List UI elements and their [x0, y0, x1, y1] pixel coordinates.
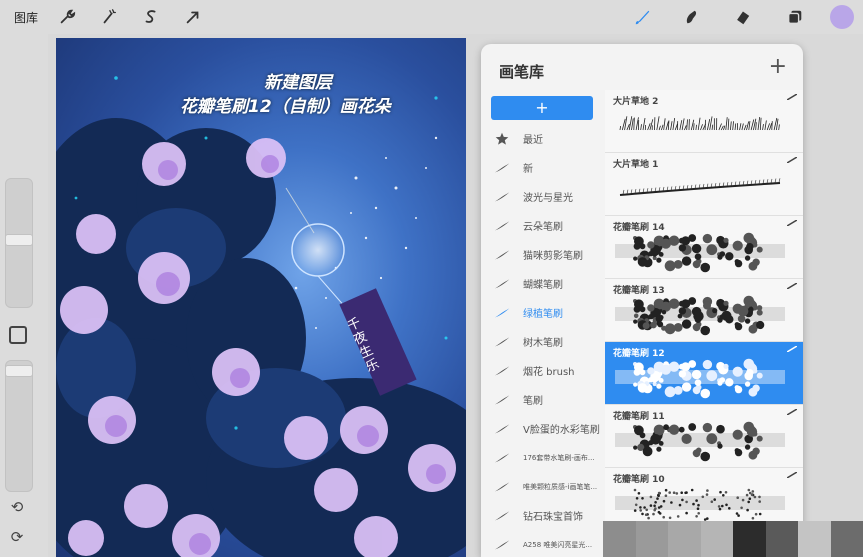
new-brush-set-button[interactable]: +: [491, 96, 593, 120]
brush-set-item[interactable]: V脸蛋的水彩笔刷: [481, 414, 605, 443]
brush-set-item[interactable]: 钻石珠宝首饰: [481, 501, 605, 530]
brush-set-item[interactable]: 树木笔刷: [481, 327, 605, 356]
brush-set-label: 烟花 brush: [523, 367, 575, 378]
brush-set-label: 波光与星光: [523, 193, 573, 204]
brush-set-label: 树木笔刷: [523, 338, 563, 349]
brush-stroke-icon: [481, 422, 523, 436]
brush-stroke-icon: [481, 306, 523, 320]
brush-size-handle[interactable]: [5, 234, 33, 246]
color-swatch[interactable]: [733, 521, 766, 557]
redo-icon[interactable]: ⟳: [8, 528, 26, 546]
color-swatch[interactable]: [603, 521, 636, 557]
brush-set-label: 钻石珠宝首饰: [523, 512, 583, 523]
brush-set-item[interactable]: 绿植笔刷: [481, 298, 605, 327]
brush-set-label: A258 唯美闪亮星光...: [523, 540, 593, 549]
color-swatch-strip: [603, 521, 863, 557]
star-icon: [481, 132, 523, 146]
brush-set-label: V脸蛋的水彩笔刷: [523, 425, 600, 436]
canvas-caption-line2: 花瓣笔刷12（自制）画花朵: [180, 97, 391, 117]
left-sidebar: ⟲ ⟳: [0, 34, 48, 557]
opacity-handle[interactable]: [5, 365, 33, 377]
brush-library-panel: 画笔库 + + 最近新波光与星光云朵笔刷猫咪剪影笔刷 蝴蝶笔刷绿植笔刷树木笔刷烟花…: [481, 44, 803, 557]
brush-stroke-icon: [481, 480, 523, 494]
brush-set-item[interactable]: 最近: [481, 124, 605, 153]
brush-stroke-icon: [481, 161, 523, 175]
modify-button[interactable]: [9, 326, 27, 344]
new-brush-button[interactable]: +: [769, 56, 787, 78]
brush-set-item[interactable]: 波光与星光: [481, 182, 605, 211]
brush-size-slider[interactable]: [5, 178, 33, 308]
canvas-caption-line1: 新建图层: [264, 73, 332, 93]
brush-set-item[interactable]: 烟花 brush: [481, 356, 605, 385]
brush-set-item[interactable]: 176套带水笔刷-画布...: [481, 443, 605, 472]
brush-stroke-icon: [481, 451, 523, 465]
brush-stroke-icon: [481, 190, 523, 204]
color-picker-swatch[interactable]: [830, 5, 854, 29]
magic-wand-icon[interactable]: [96, 0, 122, 34]
brush-item[interactable]: 花瓣笔刷 13: [605, 279, 803, 342]
eraser-icon[interactable]: [730, 0, 756, 34]
selection-icon[interactable]: [138, 0, 164, 34]
color-swatch[interactable]: [668, 521, 701, 557]
brush-icon[interactable]: [630, 0, 656, 34]
brush-item[interactable]: 花瓣笔刷 14: [605, 216, 803, 279]
transform-arrow-icon[interactable]: [180, 0, 206, 34]
color-swatch[interactable]: [830, 521, 863, 557]
brush-set-item[interactable]: 猫咪剪影笔刷: [481, 240, 605, 269]
brush-set-label: 云朵笔刷: [523, 222, 563, 233]
brush-set-item[interactable]: A258 唯美闪亮星光...: [481, 530, 605, 557]
gallery-button[interactable]: 图库: [8, 0, 44, 34]
brush-set-label: 唯美颗粒质感-i画笔笔...: [523, 482, 598, 491]
brush-set-item[interactable]: 笔刷: [481, 385, 605, 414]
brush-item[interactable]: 大片草地 1: [605, 153, 803, 216]
drawing-canvas[interactable]: 新建图层 花瓣笔刷12（自制）画花朵 千夜生乐: [56, 38, 466, 557]
brush-list: 大片草地 2 大片草地 1 花瓣笔刷 14 花瓣笔刷 13 花瓣笔刷 12 花瓣笔刷 11…: [605, 90, 803, 531]
brush-set-item[interactable]: 蝴蝶笔刷: [481, 269, 605, 298]
brush-set-label: 最近: [523, 135, 543, 146]
brush-set-label: 新: [523, 164, 533, 175]
brush-set-label: 笔刷: [523, 396, 543, 407]
color-swatch[interactable]: [798, 521, 831, 557]
brush-stroke-icon: [481, 364, 523, 378]
brush-library-title: 画笔库: [499, 63, 545, 81]
brush-set-label: 绿植笔刷: [523, 309, 563, 320]
top-toolbar: 图库: [0, 0, 863, 34]
brush-stroke-icon: [481, 277, 523, 291]
wrench-icon[interactable]: [54, 0, 80, 34]
color-swatch[interactable]: [765, 521, 798, 557]
brush-stroke-icon: [481, 335, 523, 349]
brush-set-item[interactable]: 唯美颗粒质感-i画笔笔...: [481, 472, 605, 501]
layers-icon[interactable]: [782, 0, 808, 34]
brush-set-list: 最近新波光与星光云朵笔刷猫咪剪影笔刷 蝴蝶笔刷绿植笔刷树木笔刷烟花 brush 笔刷…: [481, 124, 605, 557]
brush-item[interactable]: 花瓣笔刷 12: [605, 342, 803, 405]
smudge-icon[interactable]: [678, 0, 704, 34]
brush-stroke-icon: [481, 248, 523, 262]
brush-stroke-icon: [481, 219, 523, 233]
color-swatch[interactable]: [700, 521, 733, 557]
brush-stroke-icon: [481, 509, 523, 523]
brush-set-label: 蝴蝶笔刷: [523, 280, 563, 291]
opacity-slider[interactable]: [5, 360, 33, 492]
brush-set-label: 猫咪剪影笔刷: [523, 251, 583, 262]
brush-stroke-icon: [481, 393, 523, 407]
brush-set-item[interactable]: 云朵笔刷: [481, 211, 605, 240]
brush-item[interactable]: 花瓣笔刷 11: [605, 405, 803, 468]
brush-set-label: 176套带水笔刷-画布...: [523, 453, 595, 462]
color-swatch[interactable]: [635, 521, 668, 557]
brush-stroke-icon: [481, 538, 523, 552]
undo-icon[interactable]: ⟲: [8, 498, 26, 516]
brush-item[interactable]: 大片草地 2: [605, 90, 803, 153]
brush-set-item[interactable]: 新: [481, 153, 605, 182]
